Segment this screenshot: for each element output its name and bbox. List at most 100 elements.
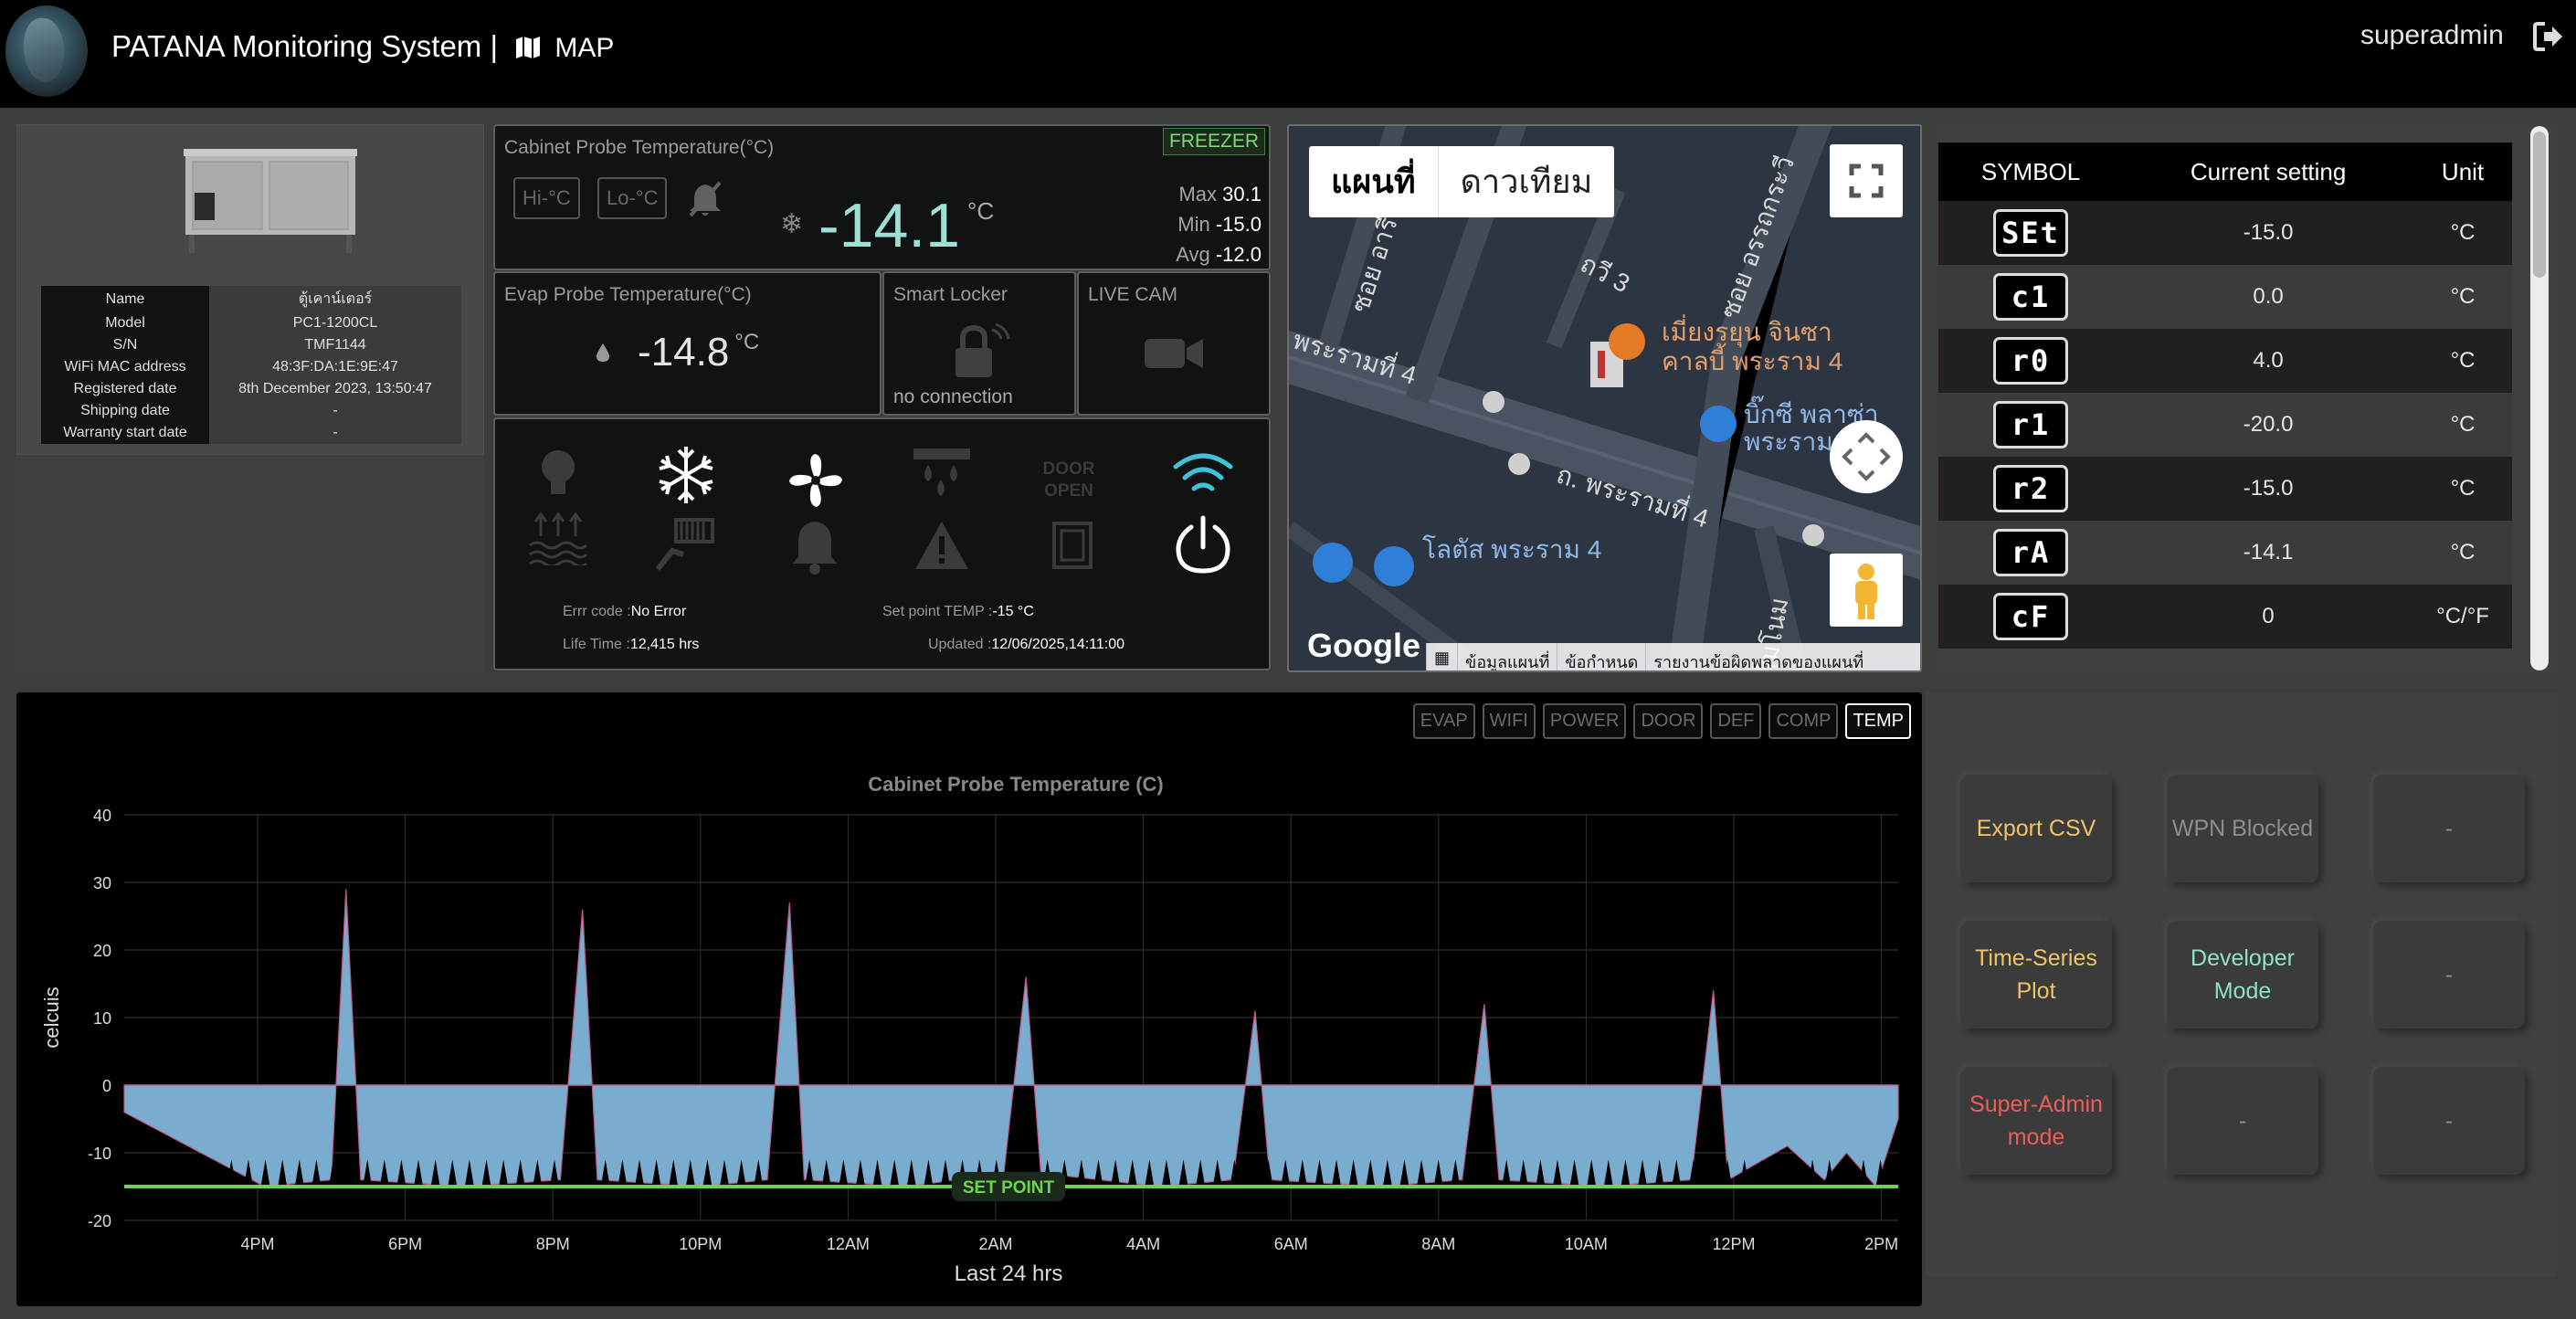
tab-door[interactable]: DOOR	[1633, 703, 1704, 739]
table-row: WiFi MAC address 48:3F:DA:1E:9E:47	[41, 356, 461, 378]
map-nav-link[interactable]: MAP	[554, 33, 614, 63]
status-panel: DOOR OPEN Errr code :No Error Set point T…	[493, 417, 1271, 670]
device-info-table: Name ตู้เคาน์เตอร์ Model PC1-1200CL S/N TMF…	[41, 286, 461, 444]
locker-status: no connection	[893, 386, 1013, 407]
table-row[interactable]: cF 0 °C/°F	[1938, 585, 2512, 649]
temperature-cycle-point	[1757, 1159, 1767, 1187]
life-time: Life Time :12,415 hrs	[563, 637, 700, 652]
x-tick-label: 6AM	[1274, 1235, 1308, 1253]
table-header: SYMBOL Current setting Unit	[1938, 142, 2512, 201]
street-view-button[interactable]	[1830, 554, 1903, 627]
y-tick-label: 20	[93, 942, 111, 960]
action-panel: Export CSV WPN Blocked - Time-Series Plo…	[1926, 692, 2556, 1277]
pegman-icon	[1855, 564, 1877, 619]
fullscreen-icon	[1849, 164, 1884, 198]
map-report-link[interactable]: รายงานข้อผิดพลาดของแผนที่	[1645, 643, 1871, 670]
x-tick-label: 10PM	[679, 1235, 722, 1253]
camera-icon	[1145, 339, 1203, 368]
map-view[interactable]: พระรามที่ 4 ถ. พระรามที่ 4 ซอย อรรถกระวี…	[1287, 124, 1922, 672]
tab-wifi[interactable]: WIFI	[1482, 703, 1536, 739]
temperature-cycle-point	[1773, 1159, 1783, 1187]
door-open-icon: DOOR OPEN	[1043, 459, 1095, 500]
table-row[interactable]: c1 0.0 °C	[1938, 265, 2512, 329]
wifi-icon	[1173, 453, 1233, 491]
poi-label[interactable]: คาลบี้ พระราม 4	[1662, 342, 1842, 382]
map-data-link[interactable]: ข้อมูลแผนที่	[1457, 643, 1557, 670]
temp-stats: Max 30.1 Min -15.0 Avg -12.0	[1176, 183, 1262, 266]
smart-locker-card[interactable]: Smart Locker no connection	[882, 271, 1076, 416]
table-row[interactable]: SEt -15.0 °C	[1938, 201, 2512, 265]
tab-satellite[interactable]: ดาวเทียม	[1439, 146, 1615, 217]
temperature-cycle-point	[1246, 1159, 1256, 1187]
export-csv-button[interactable]: Export CSV	[1960, 775, 2112, 882]
tab-map[interactable]: แผนที่	[1309, 146, 1439, 217]
x-tick-label: 2AM	[978, 1235, 1012, 1253]
app-title: PATANA Monitoring System | MAP	[111, 29, 614, 64]
settings-table: SYMBOL Current setting Unit SEt -15.0 °C c…	[1938, 142, 2512, 649]
pan-control[interactable]	[1830, 420, 1903, 493]
table-row[interactable]: r0 4.0 °C	[1938, 329, 2512, 393]
empty-button[interactable]: -	[2167, 1067, 2318, 1175]
logout-icon[interactable]	[2532, 20, 2565, 53]
x-tick-label: 8PM	[536, 1235, 570, 1253]
x-tick-label: 4AM	[1126, 1235, 1160, 1253]
x-tick-label: 8AM	[1421, 1235, 1455, 1253]
power-icon[interactable]	[1175, 514, 1231, 575]
table-row: Name ตู้เคาน์เตอร์	[41, 286, 461, 312]
poi-label[interactable]: โลตัส พระราม 4	[1422, 530, 1601, 570]
temperature-cycle-point	[1484, 1159, 1494, 1187]
chart-title: Cabinet Probe Temperature (C)	[868, 773, 1164, 796]
hi-alarm-button[interactable]: Hi-°C	[513, 177, 580, 219]
app-title-text: PATANA Monitoring System |	[111, 29, 499, 63]
tab-def[interactable]: DEF	[1710, 703, 1762, 739]
empty-button[interactable]: -	[2373, 1067, 2525, 1175]
time-series-plot-button[interactable]: Time-Series Plot	[1960, 921, 2112, 1029]
y-axis-label: celcuis	[40, 987, 63, 1048]
device-info-panel: Name ตู้เคาน์เตอร์ Model PC1-1200CL S/N TMF…	[16, 124, 484, 455]
tab-temp[interactable]: TEMP	[1845, 703, 1911, 739]
setpoint-label: SET POINT	[963, 1178, 1055, 1198]
username[interactable]: superadmin	[2360, 20, 2504, 51]
fridge-image	[184, 149, 357, 253]
keyboard-icon[interactable]: ▦	[1426, 643, 1457, 670]
chart-tabs: EVAP WIFI POWER DOOR DEF COMP TEMP	[1412, 703, 1911, 739]
settings-scrollbar[interactable]	[2530, 126, 2549, 670]
y-tick-label: 0	[102, 1077, 111, 1095]
light-bulb-icon	[542, 450, 575, 494]
super-admin-mode-button[interactable]: Super-Admin mode	[1960, 1067, 2112, 1175]
poi-label[interactable]: พระราม	[1744, 422, 1833, 462]
table-row: Registered date 8th December 2023, 13:50:…	[41, 378, 461, 400]
pan-arrows-icon	[1842, 432, 1891, 481]
warning-icon	[915, 522, 968, 569]
x-axis-label: Last 24 hrs	[955, 1261, 1063, 1286]
temperature-cycle-point	[770, 1159, 780, 1187]
empty-button[interactable]: -	[2373, 921, 2525, 1029]
water-level-icon	[529, 512, 588, 565]
temperature-cycle-point	[1842, 1159, 1852, 1187]
live-cam-card[interactable]: LIVE CAM	[1077, 271, 1271, 416]
error-code: Errr code :No Error	[563, 604, 687, 619]
tab-evap[interactable]: EVAP	[1412, 703, 1475, 739]
empty-button[interactable]: -	[2373, 775, 2525, 882]
temperature-cycle-point	[142, 1159, 152, 1187]
evap-temp-value: -14.8 °C	[638, 330, 760, 375]
wpn-blocked-button[interactable]: WPN Blocked	[2167, 775, 2318, 882]
developer-mode-button[interactable]: Developer Mode	[2167, 921, 2318, 1029]
bell-off-icon[interactable]	[685, 179, 725, 219]
map-terms-link[interactable]: ข้อกำหนด	[1557, 643, 1645, 670]
fullscreen-button[interactable]	[1830, 144, 1903, 217]
setpoint-temp: Set point TEMP :-15 °C	[882, 604, 1034, 619]
temperature-cycle-point	[1705, 1159, 1716, 1187]
temperature-cycle-point	[1790, 1159, 1800, 1187]
updated-time: Updated :12/06/2025,14:11:00	[928, 637, 1125, 652]
tab-comp[interactable]: COMP	[1768, 703, 1839, 739]
smart-locker-label: Smart Locker	[893, 284, 1008, 305]
settings-panel: SYMBOL Current setting Unit SEt -15.0 °C c…	[1938, 124, 2556, 672]
temperature-cycle-point	[193, 1159, 203, 1187]
lo-alarm-button[interactable]: Lo-°C	[597, 177, 668, 219]
table-row[interactable]: rA -14.1 °C	[1938, 521, 2512, 585]
evap-temp-label: Evap Probe Temperature(°C)	[504, 284, 752, 305]
tab-power[interactable]: POWER	[1542, 703, 1627, 739]
table-row[interactable]: r2 -15.0 °C	[1938, 457, 2512, 521]
table-row[interactable]: r1 -20.0 °C	[1938, 393, 2512, 457]
